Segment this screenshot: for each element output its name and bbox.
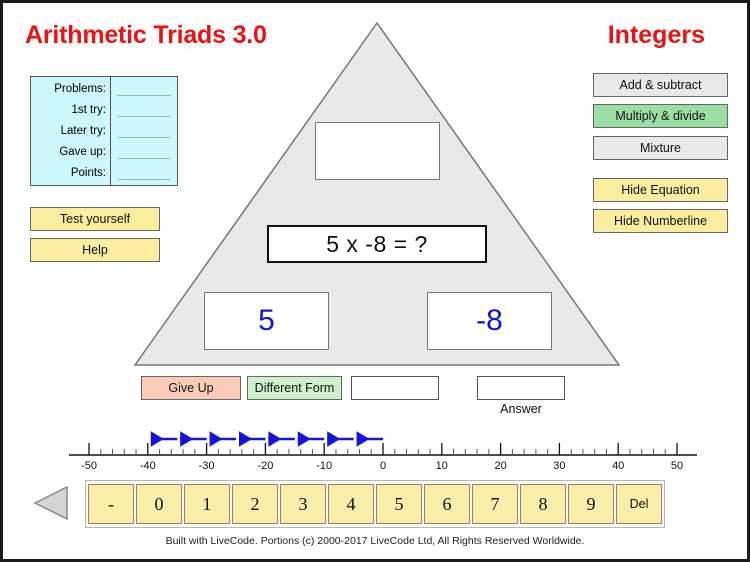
keypad-key-6[interactable]: 6 (424, 484, 470, 524)
numberline-tick-label: 10 (436, 460, 448, 472)
equation-display: 5 x -8 = ? (267, 225, 487, 263)
stat-label-later-try: Later try: (60, 124, 106, 137)
result-box[interactable] (315, 122, 440, 180)
footer-credit: Built with LiveCode. Portions (c) 2000-2… (165, 535, 585, 547)
numberline-tick-label: 40 (612, 460, 624, 472)
numberline-tick-label: 50 (671, 460, 683, 472)
numberline-tick-label: -50 (81, 460, 97, 472)
numberline[interactable]: -50 -40 -30 -20 -10 0 10 20 30 40 50 (63, 427, 703, 475)
operand-right-box[interactable]: -8 (427, 292, 552, 350)
numberline-tick-label: 20 (494, 460, 506, 472)
stats-label-column: Problems: 1st try: Later try: Gave up: P… (31, 77, 111, 185)
answer-input[interactable] (477, 376, 565, 400)
keypad-key-3[interactable]: 3 (280, 484, 326, 524)
triangle-left-icon[interactable] (31, 483, 73, 523)
keypad-key-2[interactable]: 2 (232, 484, 278, 524)
different-form-button[interactable]: Different Form (247, 376, 342, 400)
mode-title: Integers (607, 21, 705, 49)
keypad-key-4[interactable]: 4 (328, 484, 374, 524)
keypad-key-1[interactable]: 1 (184, 484, 230, 524)
app-window: Arithmetic Triads 3.0 Integers Problems:… (0, 0, 750, 562)
keypad-key-8[interactable]: 8 (520, 484, 566, 524)
stat-label-problems: Problems: (54, 83, 106, 96)
numberline-tick-label: -20 (257, 460, 273, 472)
keypad-key-0[interactable]: 0 (136, 484, 182, 524)
stat-label-gave-up: Gave up: (59, 145, 106, 158)
answer-label: Answer (500, 402, 542, 416)
keypad-key-minus[interactable]: - (88, 484, 134, 524)
numberline-tick-label: 0 (380, 460, 386, 472)
keypad-key-7[interactable]: 7 (472, 484, 518, 524)
numberline-svg: -50 -40 -30 -20 -10 0 10 20 30 40 50 (69, 431, 697, 472)
numberline-tick-label: -10 (316, 460, 332, 472)
work-input[interactable] (351, 376, 439, 400)
stat-label-first-try: 1st try: (71, 104, 106, 117)
number-keypad[interactable]: -0 1 2 3 4 5 6 7 8 9 Del (85, 480, 665, 528)
give-up-button[interactable]: Give Up (141, 376, 241, 400)
stat-label-points: Points: (70, 166, 106, 179)
operand-left-box[interactable]: 5 (204, 292, 329, 350)
numberline-tick-label: -40 (140, 460, 156, 472)
keypad-key-5[interactable]: 5 (376, 484, 422, 524)
numberline-tick-label: -30 (199, 460, 215, 472)
keypad-key-del[interactable]: Del (616, 484, 662, 524)
keypad-key-9[interactable]: 9 (568, 484, 614, 524)
numberline-tick-label: 30 (553, 460, 565, 472)
